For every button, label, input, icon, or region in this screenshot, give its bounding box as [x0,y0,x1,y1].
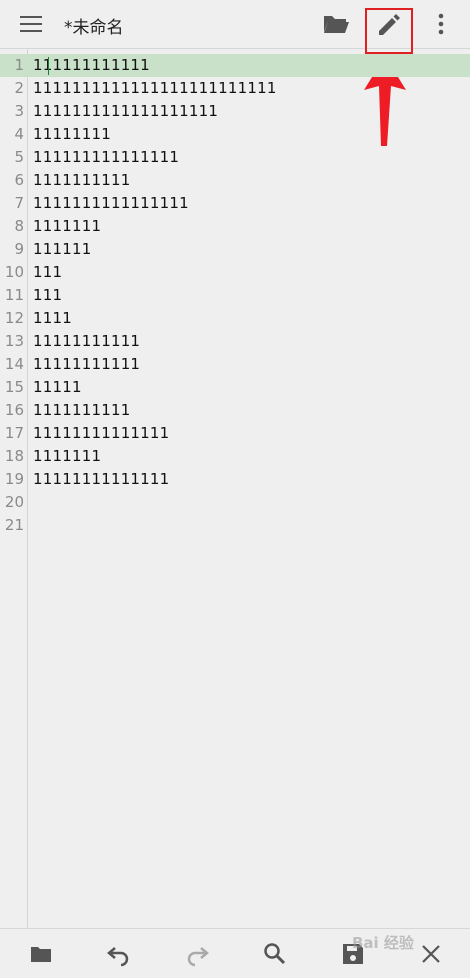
line-text[interactable]: 11111 [33,378,82,396]
line-text[interactable]: 1111111111 [33,171,130,189]
line-text[interactable]: 111111111111 [33,56,150,74]
line-text[interactable]: 11111111111 [33,332,140,350]
line-text[interactable]: 1111111111111111111111111 [33,79,277,97]
line-text[interactable]: 11111111 [33,125,111,143]
line-number: 18 [4,447,24,465]
close-icon[interactable] [418,941,444,967]
search-icon[interactable] [262,941,288,967]
editor-line[interactable]: 20 [0,491,470,514]
line-number: 2 [14,79,24,97]
line-number: 5 [14,148,24,166]
line-number: 7 [14,194,24,212]
editor-line[interactable]: 8 1111111 [0,215,470,238]
line-text[interactable]: 1111111111 [33,401,130,419]
line-text[interactable]: 1111111111111111111 [33,102,218,120]
line-number: 3 [14,102,24,120]
text-cursor [48,57,49,75]
editor-line[interactable]: 18 1111111 [0,445,470,468]
line-text[interactable]: 111 [33,286,62,304]
line-text[interactable]: 1111111 [33,217,101,235]
line-text[interactable]: 1111 [33,309,72,327]
editor-line[interactable]: 3 1111111111111111111 [0,100,470,123]
editor-line[interactable]: 4 11111111 [0,123,470,146]
watermark-logo: Bai 经验 [352,932,414,962]
line-number: 9 [14,240,24,258]
line-number: 13 [4,332,24,350]
line-text[interactable]: 11111111111 [33,355,140,373]
annotation-highlight-box [365,8,413,54]
editor-line[interactable]: 1 111111111111 [0,54,470,77]
line-text[interactable]: 11111111111111 [33,470,169,488]
line-number: 4 [14,125,24,143]
line-number: 1 [14,56,24,74]
line-number: 8 [14,217,24,235]
editor-line[interactable]: 2 1111111111111111111111111 [0,77,470,100]
editor-line[interactable]: 7 1111111111111111 [0,192,470,215]
line-number: 12 [4,309,24,327]
line-number: 11 [4,286,24,304]
line-number: 6 [14,171,24,189]
more-vert-icon[interactable] [432,12,450,36]
line-number: 16 [4,401,24,419]
line-number: 19 [4,470,24,488]
line-text[interactable]: 11111111111111 [33,424,169,442]
document-title: *未命名 [64,18,124,38]
editor-line[interactable]: 11 111 [0,284,470,307]
editor-line[interactable]: 14 11111111111 [0,353,470,376]
redo-icon[interactable] [184,941,210,967]
line-number: 14 [4,355,24,373]
editor-line[interactable]: 6 1111111111 [0,169,470,192]
watermark-text: Bai 经验 [352,934,414,952]
line-number: 10 [4,263,24,281]
line-text[interactable]: 1111111111111111 [33,194,189,212]
undo-icon[interactable] [106,941,132,967]
line-text[interactable]: 111111 [33,240,91,258]
editor-line[interactable]: 9 111111 [0,238,470,261]
line-text[interactable]: 1111111 [33,447,101,465]
line-number: 15 [4,378,24,396]
folder-icon[interactable] [28,941,54,967]
editor-line[interactable]: 15 11111 [0,376,470,399]
line-number: 20 [4,493,24,511]
editor-line[interactable]: 19 11111111111111 [0,468,470,491]
editor-line[interactable]: 5 111111111111111 [0,146,470,169]
editor-line[interactable]: 17 11111111111111 [0,422,470,445]
line-text[interactable]: 111111111111111 [33,148,179,166]
menu-icon[interactable] [20,14,44,34]
editor-line[interactable]: 16 1111111111 [0,399,470,422]
editor-line[interactable]: 21 [0,514,470,537]
line-number: 17 [4,424,24,442]
text-editor[interactable]: 1 111111111111 2 1111111111111111111111111 3… [0,54,470,537]
editor-line[interactable]: 10 111 [0,261,470,284]
folder-open-icon[interactable] [322,11,350,37]
editor-line[interactable]: 12 1111 [0,307,470,330]
line-text[interactable]: 111 [33,263,62,281]
line-number: 21 [4,516,24,534]
editor-line[interactable]: 13 11111111111 [0,330,470,353]
